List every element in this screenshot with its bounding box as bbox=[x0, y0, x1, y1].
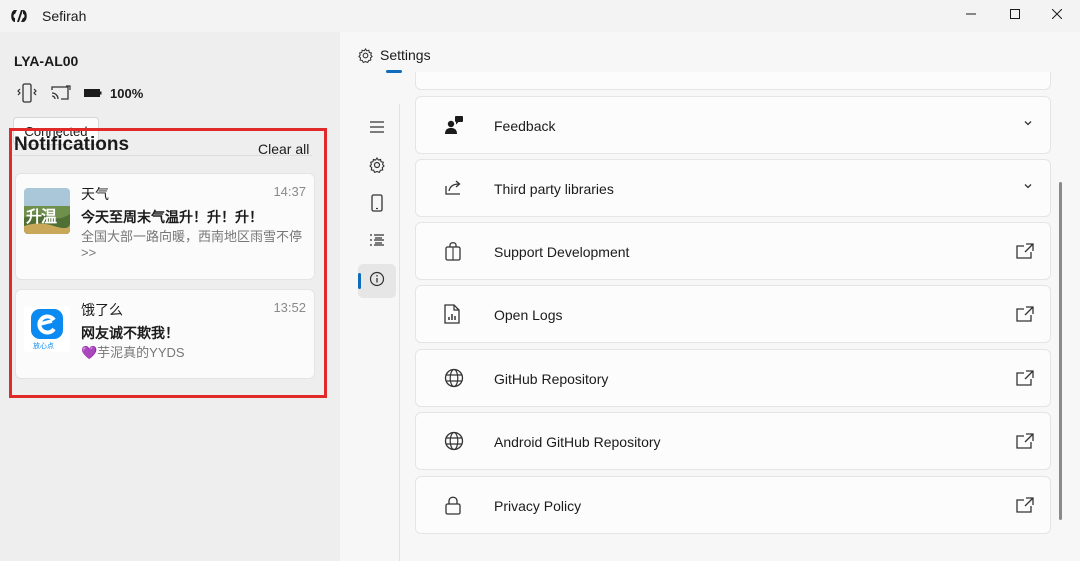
minimize-button[interactable] bbox=[948, 0, 994, 28]
lock-icon bbox=[444, 495, 462, 515]
settings-item-label: Privacy Policy bbox=[494, 498, 582, 514]
settings-item-label: Third party libraries bbox=[494, 181, 614, 197]
info-icon bbox=[369, 271, 385, 292]
open-external-icon[interactable] bbox=[1016, 370, 1034, 386]
eleme-app-icon: 放心点 bbox=[24, 306, 70, 352]
vibrate-phone-icon[interactable] bbox=[16, 83, 38, 103]
notification-title: 今天至周末气温升！升！升！ bbox=[81, 209, 263, 225]
settings-item-privacy[interactable]: Privacy Policy bbox=[415, 476, 1051, 534]
notification-title: 网友诚不欺我！ bbox=[81, 325, 179, 341]
settings-icon bbox=[358, 47, 373, 63]
tab-active-indicator bbox=[386, 70, 402, 73]
nav-settings[interactable] bbox=[358, 150, 396, 184]
title-bar: Sefirah bbox=[0, 0, 1080, 32]
tab-settings-label: Settings bbox=[380, 47, 431, 63]
notification-app-name: 饿了么 bbox=[81, 302, 123, 318]
settings-item-third-party[interactable]: Third party libraries bbox=[415, 159, 1051, 217]
settings-icon bbox=[369, 156, 385, 178]
notification-time: 14:37 bbox=[273, 184, 306, 199]
notification-app-name: 天气 bbox=[81, 186, 109, 202]
app-title: Sefirah bbox=[42, 8, 87, 24]
menu-icon bbox=[369, 120, 385, 139]
device-name: LYA-AL00 bbox=[14, 53, 79, 69]
settings-item-label: Support Development bbox=[494, 244, 630, 260]
battery-icon bbox=[84, 88, 102, 98]
nav-about[interactable] bbox=[358, 264, 396, 298]
rail-divider bbox=[399, 104, 400, 561]
settings-item-logs[interactable]: Open Logs bbox=[415, 285, 1051, 343]
notification-card[interactable]: 升温 天气 14:37 今天至周末气温升！升！升！ 全国大部一路向暖，西南地区雨… bbox=[15, 173, 315, 280]
battery-level: 100% bbox=[110, 85, 144, 101]
eleme-icon-label: 放心点 bbox=[33, 342, 54, 350]
settings-item-label: Android GitHub Repository bbox=[494, 434, 661, 450]
phone-icon bbox=[371, 193, 383, 217]
globe-icon bbox=[444, 368, 464, 388]
maximize-button[interactable] bbox=[992, 0, 1038, 28]
settings-item-label: Open Logs bbox=[494, 307, 563, 323]
settings-item-android-github[interactable]: Android GitHub Repository bbox=[415, 412, 1051, 470]
nav-menu[interactable] bbox=[358, 112, 396, 146]
open-external-icon[interactable] bbox=[1016, 243, 1034, 259]
feedback-icon bbox=[444, 115, 464, 135]
open-external-icon[interactable] bbox=[1016, 433, 1034, 449]
chevron-down-icon[interactable] bbox=[1022, 117, 1034, 129]
settings-panel: Settings Feedback Third party libraries … bbox=[340, 32, 1080, 561]
share-icon bbox=[444, 178, 464, 196]
open-external-icon[interactable] bbox=[1016, 306, 1034, 322]
chevron-down-icon[interactable] bbox=[1022, 180, 1034, 192]
settings-list: Feedback Third party libraries Support D… bbox=[415, 72, 1051, 561]
weather-icon-label: 升温 bbox=[26, 207, 57, 226]
tab-settings[interactable]: Settings bbox=[358, 47, 431, 63]
settings-item-github[interactable]: GitHub Repository bbox=[415, 349, 1051, 407]
notifications-header: Notifications bbox=[14, 134, 130, 155]
settings-item-feedback[interactable]: Feedback bbox=[415, 96, 1051, 154]
notification-time: 13:52 bbox=[273, 300, 306, 315]
notification-body: 💜芋泥真的YYDS bbox=[81, 345, 185, 360]
close-button[interactable] bbox=[1034, 0, 1080, 28]
shopping-bag-icon bbox=[444, 241, 462, 261]
log-file-icon bbox=[444, 304, 460, 324]
settings-item-label: Feedback bbox=[494, 118, 556, 134]
nav-active-indicator bbox=[358, 273, 361, 289]
weather-app-icon: 升温 bbox=[24, 188, 70, 234]
nav-list[interactable] bbox=[358, 226, 396, 260]
cast-screen-icon[interactable] bbox=[50, 84, 72, 102]
open-external-icon[interactable] bbox=[1016, 497, 1034, 513]
notification-body: 全国大部一路向暖，西南地区雨雪不停>> bbox=[81, 229, 303, 260]
device-status-row: 100% bbox=[16, 82, 143, 104]
settings-item-label: GitHub Repository bbox=[494, 371, 609, 387]
globe-icon bbox=[444, 431, 464, 451]
scrollbar[interactable] bbox=[1059, 182, 1062, 520]
app-logo-icon bbox=[9, 7, 29, 25]
list-icon bbox=[369, 233, 385, 253]
notification-card[interactable]: 放心点 饿了么 13:52 网友诚不欺我！ 💜芋泥真的YYDS bbox=[15, 289, 315, 379]
settings-card-partial bbox=[415, 72, 1051, 90]
nav-device[interactable] bbox=[358, 188, 396, 222]
clear-all-button[interactable]: Clear all bbox=[258, 141, 309, 157]
settings-item-support[interactable]: Support Development bbox=[415, 222, 1051, 280]
